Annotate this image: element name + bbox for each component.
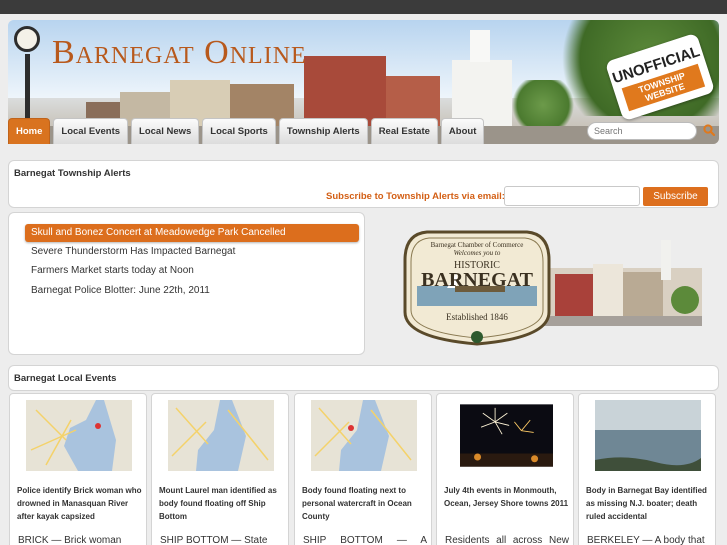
logo-line-1: Barnegat Chamber of Commerce [431, 241, 524, 249]
nav-township-alerts[interactable]: Township Alerts [278, 118, 368, 144]
event-card[interactable]: Mount Laurel man identified as body foun… [151, 393, 289, 545]
map-thumbnail [311, 400, 417, 471]
event-card-excerpt: BRICK — Brick woman [18, 535, 122, 545]
search-icon[interactable] [703, 124, 715, 136]
nav-local-news[interactable]: Local News [131, 118, 200, 144]
headline-item[interactable]: Barnegat Police Blotter: June 22th, 2011 [25, 282, 359, 300]
tree-mid [508, 80, 578, 130]
headline-item[interactable]: Farmers Market starts today at Noon [25, 262, 359, 280]
event-card-title[interactable]: Police identify Brick woman who drowned … [17, 484, 143, 523]
headlines-panel: Skull and Bonez Concert at Meadowedge Pa… [8, 212, 365, 355]
historic-barnegat-illustration: Barnegat Chamber of Commerce Welcomes yo… [403, 230, 702, 346]
local-events-panel: Barnegat Local Events [8, 365, 719, 391]
nav-local-events[interactable]: Local Events [53, 118, 129, 144]
township-alerts-panel: Barnegat Township Alerts Subscribe to To… [8, 160, 719, 208]
nav-home[interactable]: Home [8, 118, 51, 144]
search-input[interactable] [587, 122, 697, 140]
town-clock-icon [14, 26, 40, 52]
event-card-excerpt: SHIP BOTTOM — State [160, 535, 268, 545]
bay-thumbnail [595, 400, 701, 471]
chamber-of-commerce-logo: Barnegat Chamber of Commerce Welcomes yo… [397, 220, 702, 348]
logo-line-4: BARNEGAT [421, 269, 534, 291]
map-thumbnail [168, 400, 274, 471]
fireworks-thumbnail [460, 404, 553, 467]
subscribe-email-input[interactable] [504, 186, 640, 206]
nav-local-sports[interactable]: Local Sports [202, 118, 276, 144]
event-card[interactable]: July 4th events in Monmouth, Ocean, Jers… [436, 393, 574, 545]
event-card-title[interactable]: Body in Barnegat Bay identified as missi… [586, 484, 712, 523]
event-card-excerpt: SHIP BOTTOM — A passing [303, 535, 427, 545]
event-card[interactable]: Police identify Brick woman who drowned … [9, 393, 147, 545]
event-card-title[interactable]: Mount Laurel man identified as body foun… [159, 484, 285, 523]
nav-real-estate[interactable]: Real Estate [370, 118, 438, 144]
headline-item[interactable]: Severe Thunderstorm Has Impacted Barnega… [25, 243, 359, 261]
top-bar [0, 0, 727, 14]
event-card[interactable]: Body found floating next to personal wat… [294, 393, 432, 545]
church-steeple [470, 30, 490, 62]
main-nav: Home Local Events Local News Local Sport… [8, 118, 485, 144]
event-card-title[interactable]: Body found floating next to personal wat… [302, 484, 428, 523]
events-panel-title: Barnegat Local Events [14, 373, 117, 384]
subscribe-button[interactable]: Subscribe [643, 187, 708, 206]
event-card[interactable]: Body in Barnegat Bay identified as missi… [578, 393, 716, 545]
logo-line-2: Welcomes you to [454, 249, 501, 257]
event-card-excerpt: Residents all across New Jersey are gett… [445, 535, 569, 545]
event-card-title[interactable]: July 4th events in Monmouth, Ocean, Jers… [444, 484, 570, 510]
subscribe-label: Subscribe to Township Alerts via email: [326, 191, 505, 202]
nav-about[interactable]: About [440, 118, 485, 144]
site-title[interactable]: Barnegat Online [52, 34, 307, 72]
event-card-excerpt: BERKELEY — A body that [587, 535, 705, 545]
alerts-panel-title: Barnegat Township Alerts [14, 168, 131, 179]
logo-line-5: Established 1846 [446, 312, 508, 322]
headline-item[interactable]: Skull and Bonez Concert at Meadowedge Pa… [25, 224, 359, 242]
map-thumbnail [26, 400, 132, 471]
